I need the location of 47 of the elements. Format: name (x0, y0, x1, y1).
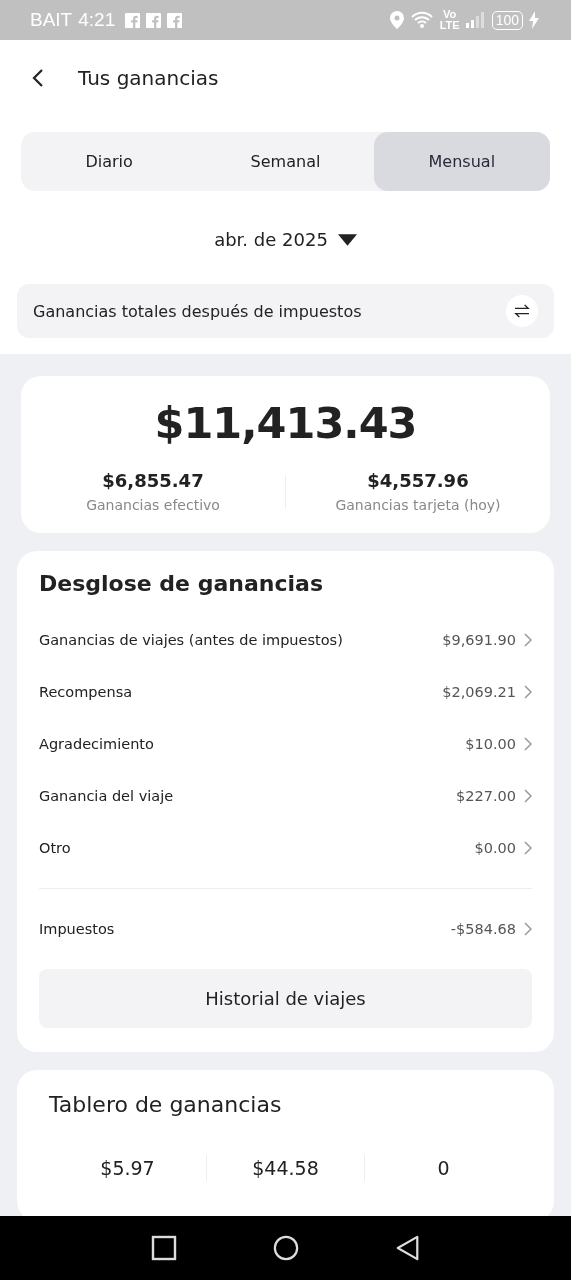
home-button[interactable] (272, 1235, 299, 1261)
summary-label: Ganancias totales después de impuestos (33, 301, 362, 321)
period-tab[interactable]: Semanal (197, 132, 374, 191)
earnings-label: Ganancias tarjeta (hoy) (335, 497, 501, 513)
location-icon (389, 11, 404, 29)
notification-icon (167, 12, 183, 28)
chevron-icon (524, 685, 532, 699)
notification-icon (125, 12, 141, 28)
stat-value: 0 (436, 1157, 451, 1179)
breakdown-row[interactable]: Ganancias de viajes (antes de impuestos) $9,691.90 (39, 614, 532, 666)
back-button[interactable] (394, 1235, 421, 1261)
recent-apps-button[interactable] (150, 1235, 177, 1261)
notification-icon (146, 12, 162, 28)
section-title: Desglose de ganancias (39, 571, 324, 596)
chevron-icon (524, 737, 532, 751)
earnings-label: Ganancias efectivo (86, 497, 220, 513)
volte-indicator: Vo LTE (439, 9, 460, 31)
earnings-amount: $6,855.47 (102, 470, 204, 491)
chevron-icon (524, 789, 532, 803)
breakdown-row[interactable]: Otro $0.00 (39, 822, 532, 874)
trip-history-button[interactable]: Historial de viajes (39, 969, 532, 1028)
period-tab[interactable]: Mensual (373, 132, 550, 191)
breakdown-row[interactable]: Recompensa $2,069.21 (39, 666, 532, 718)
wifi-icon (409, 11, 434, 29)
total-amount: $11,413.43 (154, 398, 417, 448)
tax-row[interactable]: Impuestos -$584.68 (39, 903, 532, 955)
chevron-icon (524, 633, 532, 647)
signal-icon (465, 12, 486, 28)
earnings-amount: $4,557.96 (367, 470, 469, 491)
stat-value: $44.58 (251, 1157, 320, 1179)
chevron-icon (524, 841, 532, 855)
swap-icon (513, 304, 531, 318)
stat-value: $5.97 (99, 1157, 156, 1179)
page-title: Tus ganancias (78, 65, 219, 90)
charging-icon (529, 11, 539, 29)
carrier-name: BAIT (30, 9, 73, 31)
battery-indicator: 100 (491, 10, 523, 30)
swap-button[interactable] (506, 295, 538, 327)
period-tab[interactable]: Diario (21, 132, 198, 191)
caret-icon (337, 233, 357, 246)
breakdown-row[interactable]: Agradecimiento $10.00 (39, 718, 532, 770)
section-title: Tablero de ganancias (49, 1092, 283, 1117)
back-icon[interactable] (32, 67, 44, 88)
chevron-icon (524, 922, 532, 936)
breakdown-row[interactable]: Ganancia del viaje $227.00 (39, 770, 532, 822)
clock-time: 4:21 (78, 9, 116, 31)
month-selector[interactable]: abr. de 2025 (210, 225, 361, 254)
